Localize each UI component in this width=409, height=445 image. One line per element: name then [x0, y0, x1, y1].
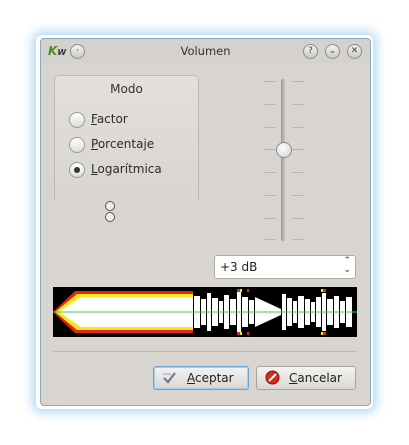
- cancel-label: ancelar: [297, 371, 342, 385]
- small-radio-1[interactable]: [105, 201, 115, 211]
- window-title: Volumen: [180, 44, 231, 58]
- minimize-icon[interactable]: ⌄: [325, 44, 340, 59]
- spin-arrows-icon[interactable]: ⌃ ⌄: [343, 257, 351, 275]
- help-icon[interactable]: ?: [303, 44, 318, 59]
- radio-factor[interactable]: [69, 112, 85, 128]
- porcentaje-text: orcentaje: [97, 137, 155, 151]
- cancel-button[interactable]: Cancelar: [256, 366, 356, 390]
- small-radio-2[interactable]: [105, 212, 115, 222]
- volume-slider-track[interactable]: [281, 79, 285, 241]
- radio-logaritmica[interactable]: [69, 162, 85, 178]
- radio-selected-dot: [74, 167, 80, 173]
- volume-value: +3 dB: [220, 260, 258, 274]
- cancel-icon: [265, 370, 280, 385]
- volume-slider-handle[interactable]: [276, 142, 292, 158]
- checkmark-icon: [163, 372, 176, 384]
- radio-porcentaje[interactable]: [69, 137, 85, 153]
- volume-dialog: KW · Volumen ? ⌄ ✕ Modo Factor Porcentaj…: [40, 38, 371, 406]
- radio-porcentaje-label[interactable]: Porcentaje: [91, 137, 154, 151]
- radio-logaritmica-label[interactable]: Logarítmica: [91, 162, 162, 176]
- logaritmica-text: ogarítmica: [97, 162, 162, 176]
- factor-text: actor: [96, 112, 128, 126]
- ok-button[interactable]: Aceptar: [153, 366, 249, 390]
- mode-group-title: Modo: [110, 82, 143, 96]
- volume-spinbox[interactable]: +3 dB ⌃ ⌄: [214, 255, 356, 279]
- ok-label: ceptar: [195, 371, 234, 385]
- title-bar[interactable]: KW · Volumen ? ⌄ ✕: [41, 39, 370, 63]
- radio-factor-label[interactable]: Factor: [91, 112, 128, 126]
- separator: [53, 351, 357, 352]
- waveform-preview: [53, 287, 357, 337]
- close-icon[interactable]: ✕: [347, 44, 362, 59]
- mode-groupbox: Modo Factor Porcentaje Logarítmica: [54, 75, 199, 200]
